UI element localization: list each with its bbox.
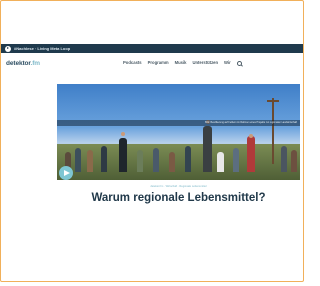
hero-image: Bild: Bevölkerung auf Feldern im Rahmen … <box>57 84 300 180</box>
hero-figure <box>185 146 191 172</box>
hero-figure-head <box>249 134 253 138</box>
hero-figure <box>137 150 143 172</box>
hero-figure <box>87 150 93 172</box>
hero-post <box>267 98 279 164</box>
play-icon[interactable] <box>5 45 11 52</box>
site-logo[interactable]: detektor.fm <box>6 60 40 67</box>
play-button[interactable] <box>59 166 73 180</box>
hero-figure <box>203 126 212 172</box>
hero-figure <box>217 152 224 172</box>
hero-figure <box>75 148 81 172</box>
hero-figure <box>169 152 175 172</box>
article-headline[interactable]: Warum regionale Lebensmittel? <box>57 192 300 204</box>
hero-figure <box>119 138 127 172</box>
hero-figure <box>233 148 239 172</box>
hero-figure <box>153 148 159 172</box>
live-stream-label: #Nachlese · Living Meta Loop <box>14 46 71 51</box>
hero-figure-head <box>121 132 125 136</box>
site-navbar: detektor.fm Podcasts Programm Musik Unte… <box>1 56 303 72</box>
hero-caption: Bild: Bevölkerung auf Feldern im Rahmen … <box>57 120 300 126</box>
nav-item-programm[interactable]: Programm <box>148 60 169 66</box>
logo-suffix: .fm <box>30 60 41 67</box>
nav-item-podcasts[interactable]: Podcasts <box>123 60 142 66</box>
nav-item-musik[interactable]: Musik <box>175 60 187 66</box>
nav-item-wir[interactable]: Wir <box>224 60 231 66</box>
hero-figure <box>281 146 287 172</box>
live-stream-bar[interactable]: #Nachlese · Living Meta Loop <box>1 44 303 53</box>
search-icon[interactable] <box>236 60 242 66</box>
main-nav: Podcasts Programm Musik Unterstützen Wir <box>123 60 242 66</box>
nav-item-unterstuetzen[interactable]: Unterstützen <box>192 60 218 66</box>
website-preview: #Nachlese · Living Meta Loop detektor.fm… <box>1 44 303 220</box>
hero-field <box>57 144 300 180</box>
hero-figure <box>101 146 107 172</box>
hero-figure <box>291 150 297 172</box>
logo-name: detektor <box>6 60 31 67</box>
hero-figure <box>247 136 255 172</box>
article-meta: detektor.fm · Wirtschaft · Regionale Leb… <box>150 185 207 188</box>
